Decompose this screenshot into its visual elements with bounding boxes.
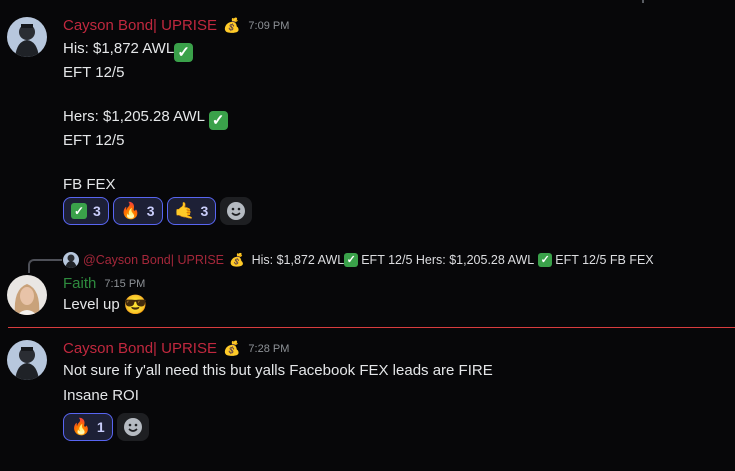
checkmark-icon: ✓: [174, 43, 194, 62]
add-reaction-button[interactable]: [220, 197, 253, 225]
money-bag-icon: 💰: [229, 252, 245, 267]
reaction-count: 1: [96, 419, 105, 435]
money-bag-icon: 💰: [222, 340, 241, 356]
checkmark-icon: ✓: [538, 253, 553, 267]
message-line: Hers: $1,205.28 AWL ✓: [63, 106, 228, 130]
message-line: His: $1,872 AWL ✓: [63, 38, 228, 62]
reaction-count: 3: [200, 203, 209, 219]
message-line: EFT 12/5: [63, 64, 125, 81]
avatar[interactable]: [7, 275, 47, 315]
fire-icon: 🔥: [120, 203, 141, 220]
message-line: EFT 12/5: [63, 132, 125, 149]
message-content: Level up 😎: [63, 295, 148, 316]
reaction-call-me[interactable]: 🤙 3: [166, 197, 217, 225]
reaction-fire[interactable]: 🔥 1: [63, 413, 113, 441]
smiley-plus-icon: [123, 418, 142, 436]
reply-author: @Cayson Bond| UPRISE: [83, 253, 224, 267]
reaction-count: 3: [146, 203, 155, 219]
timestamp: 7:15 PM: [104, 277, 146, 290]
new-messages-divider: [8, 327, 735, 328]
smiley-plus-icon: [227, 202, 246, 220]
avatar[interactable]: [7, 340, 47, 380]
reply-avatar: [63, 252, 79, 268]
message-content: His: $1,872 AWL ✓ EFT 12/5 Hers: $1,205.2…: [63, 38, 228, 196]
avatar[interactable]: [7, 17, 47, 57]
reaction-bar: 🔥 1: [63, 413, 149, 441]
reaction-count: 3: [93, 203, 101, 219]
reply-connector: [28, 259, 62, 273]
message-line: Insane ROI: [63, 387, 139, 404]
message-line: FB FEX: [63, 176, 116, 193]
money-bag-icon: 💰: [222, 17, 241, 33]
reply-preview[interactable]: @Cayson Bond| UPRISE 💰 His: $1,872 AWL ✓…: [63, 252, 654, 268]
checkmark-icon: ✓: [208, 111, 228, 130]
reaction-fire[interactable]: 🔥 3: [112, 197, 163, 225]
scroll-marker: [642, 0, 644, 3]
sunglasses-face-icon: 😎: [123, 295, 148, 316]
author-name[interactable]: Cayson Bond| UPRISE: [63, 17, 217, 34]
timestamp: 7:09 PM: [248, 19, 290, 32]
add-reaction-button[interactable]: [116, 413, 149, 441]
message-header: Cayson Bond| UPRISE 💰 7:09 PM: [63, 17, 289, 34]
reaction-bar: ✓ 3 🔥 3 🤙 3: [63, 197, 253, 225]
call-me-hand-icon: 🤙: [174, 203, 195, 220]
checkmark-icon: ✓: [344, 253, 359, 267]
message-header: Faith 7:15 PM: [63, 275, 145, 292]
author-name[interactable]: Faith: [63, 275, 96, 292]
fire-icon: 🔥: [71, 419, 91, 436]
reaction-check[interactable]: ✓ 3: [63, 197, 109, 225]
checkmark-icon: ✓: [71, 203, 87, 219]
message-header: Cayson Bond| UPRISE 💰 7:28 PM: [63, 340, 289, 357]
author-name[interactable]: Cayson Bond| UPRISE: [63, 340, 217, 357]
message-line: Not sure if y'all need this but yalls Fa…: [63, 362, 493, 379]
timestamp: 7:28 PM: [248, 342, 290, 355]
